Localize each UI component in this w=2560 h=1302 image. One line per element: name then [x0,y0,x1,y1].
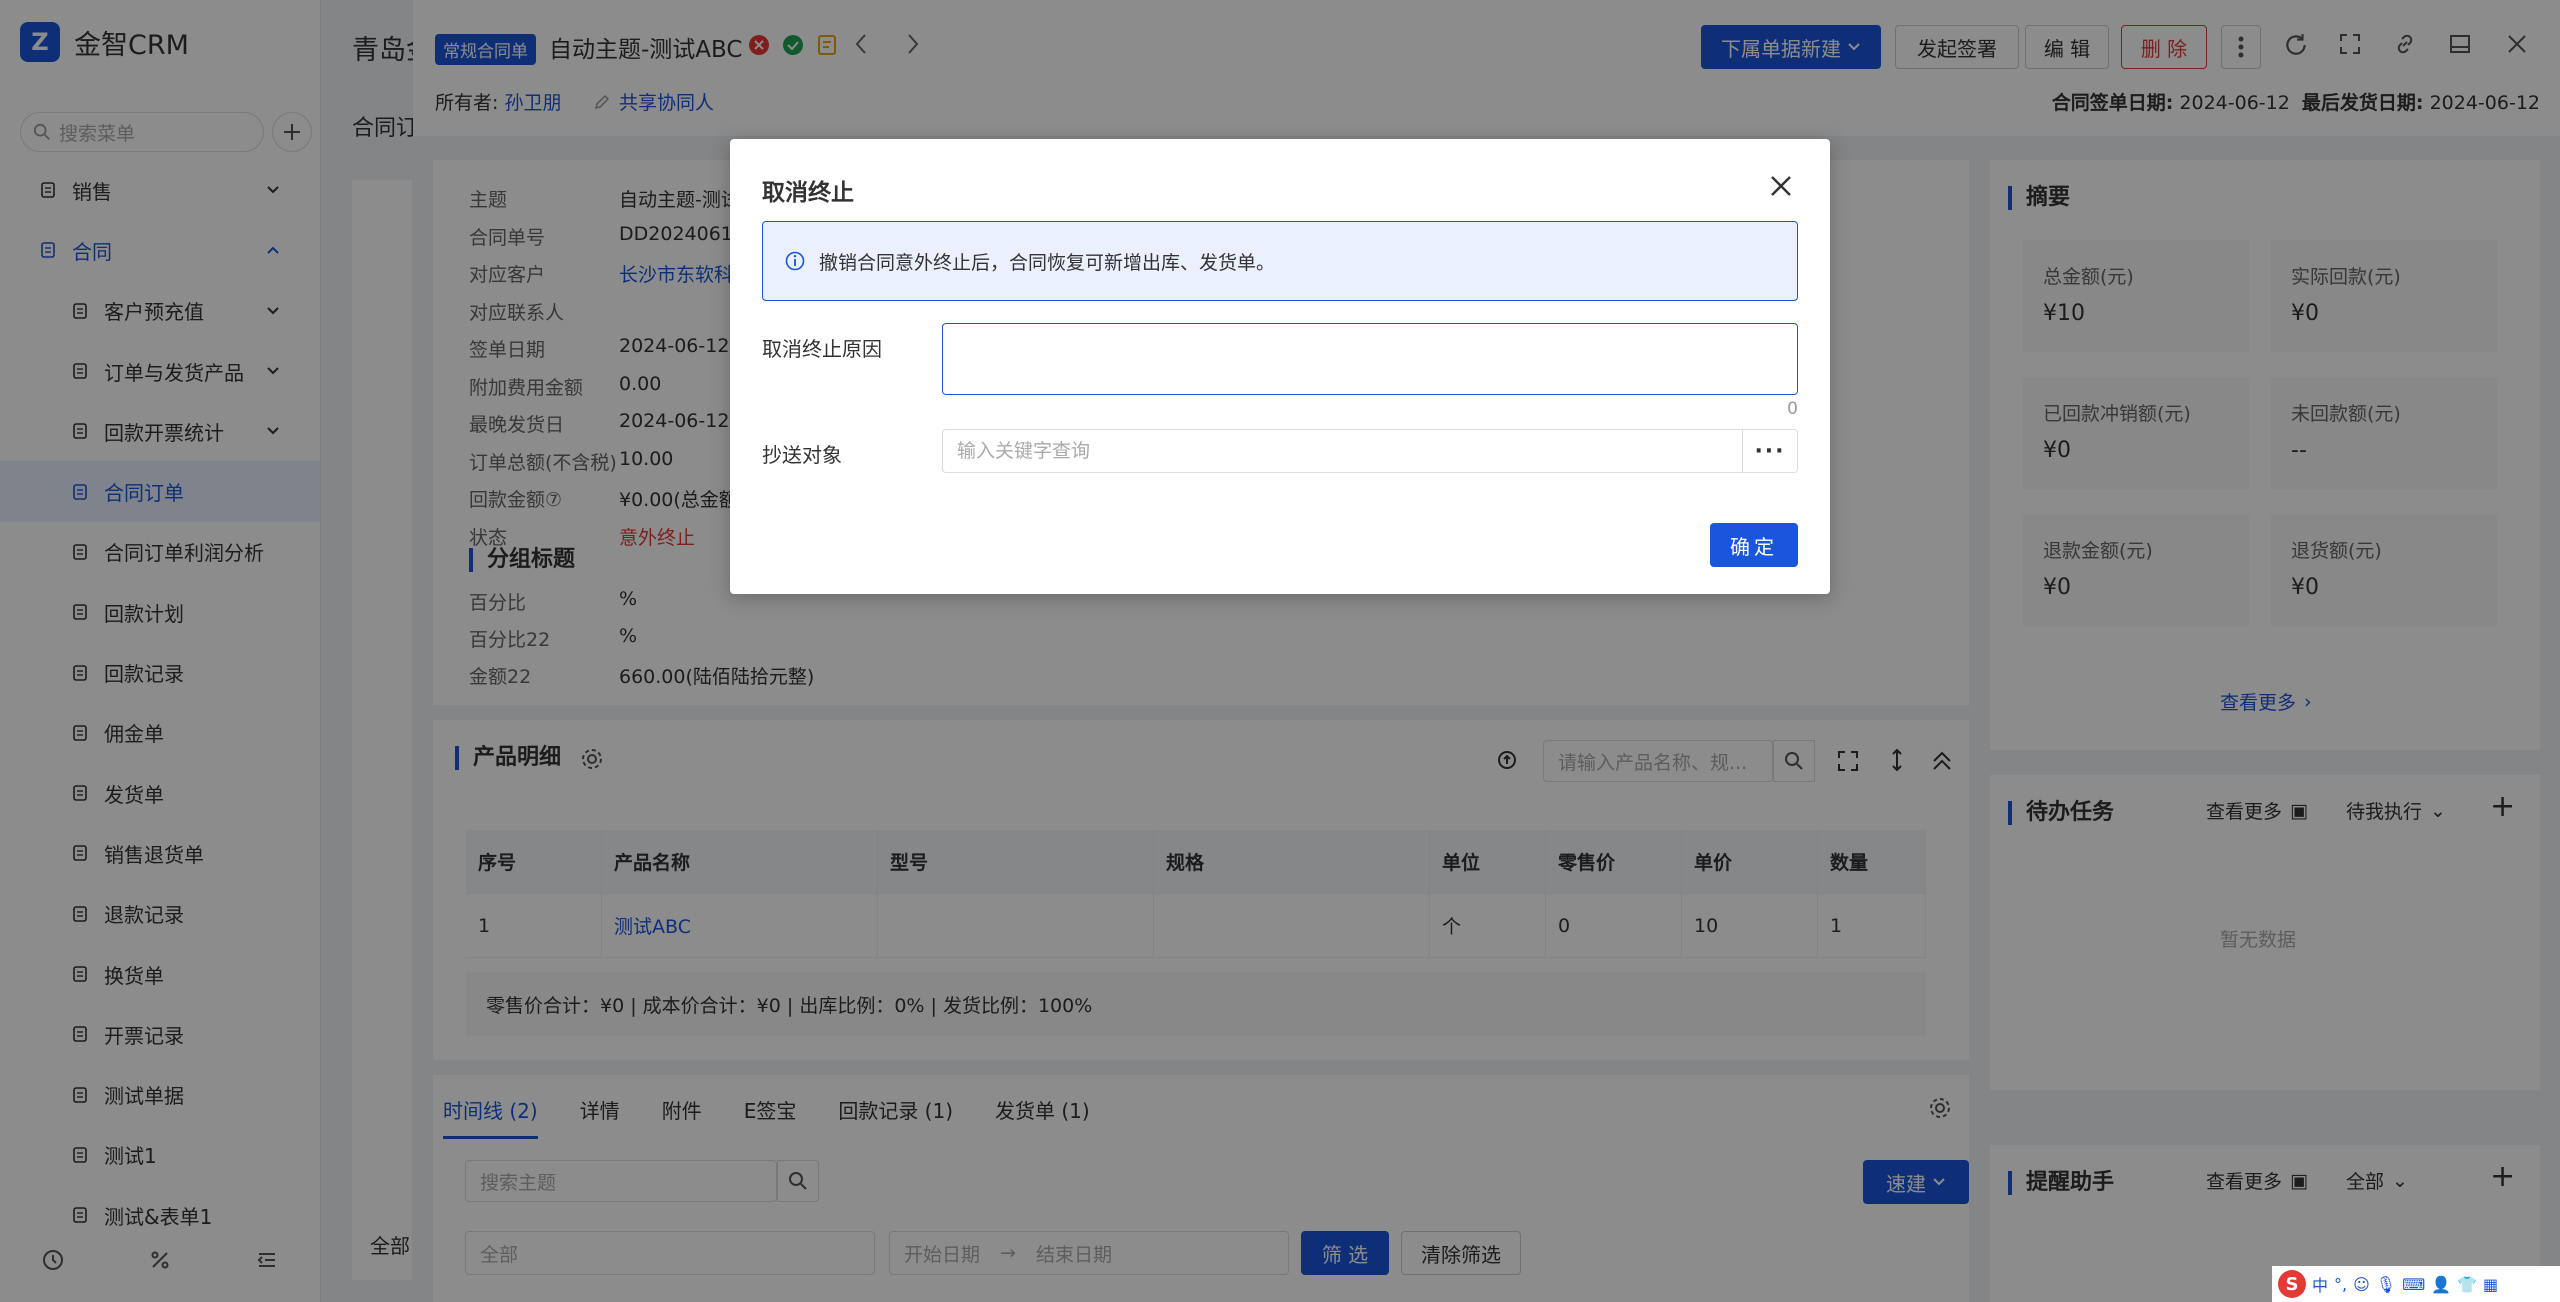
cc-picker-button[interactable]: ··· [1742,429,1798,473]
ime-chinese-mode[interactable]: 中 [2312,1272,2328,1296]
grid-icon[interactable]: ▦ [2483,1275,2498,1294]
ime-toolbar: S 中 °, ☺ 🎙 ⌨ 👤 👕 ▦ [2272,1266,2560,1302]
confirm-button[interactable]: 确定 [1710,523,1798,567]
sogou-logo-icon[interactable]: S [2278,1270,2306,1298]
cc-search-input[interactable] [942,429,1742,473]
alert-text: 撤销合同意外终止后，合同恢复可新增出库、发货单。 [819,251,1276,274]
cancel-termination-dialog: 取消终止 撤销合同意外终止后，合同恢复可新增出库、发货单。 取消终止原因 0 抄… [730,139,1830,594]
keyboard-icon[interactable]: ⌨ [2402,1275,2425,1294]
close-icon [1769,174,1793,198]
info-alert: 撤销合同意外终止后，合同恢复可新增出库、发货单。 [762,221,1798,301]
user-icon[interactable]: 👤 [2431,1275,2451,1294]
reason-char-count: 0 [1787,399,1798,419]
dialog-close-button[interactable] [1764,169,1798,203]
emoji-icon[interactable]: ☺ [2353,1275,2370,1294]
reason-textarea[interactable] [942,323,1798,395]
skin-icon[interactable]: 👕 [2457,1275,2477,1294]
reason-label: 取消终止原因 [762,337,882,361]
dialog-title: 取消终止 [762,180,854,206]
mic-icon[interactable]: 🎙 [2376,1275,2396,1294]
more-horizontal-icon: ··· [1754,438,1786,464]
ime-punctuation[interactable]: °, [2334,1275,2347,1294]
cc-label: 抄送对象 [762,443,842,467]
info-icon [785,251,805,271]
